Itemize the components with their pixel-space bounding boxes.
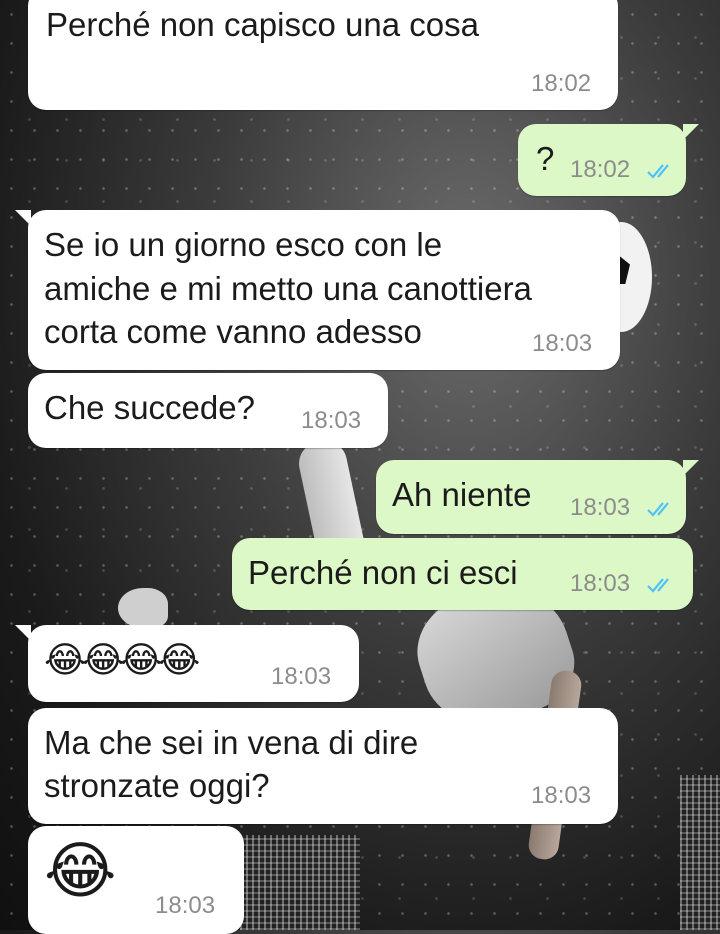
message-time: 18:03 [155, 892, 216, 919]
message-time: 18:03 [532, 330, 593, 357]
bubble-tail [15, 210, 31, 226]
message-text: Perché non ci esci [248, 554, 518, 591]
wallpaper-boot [118, 588, 168, 628]
message-time: 18:03 [301, 407, 362, 434]
double-check-icon [647, 164, 669, 179]
message-bubble-incoming[interactable]: Ma che sei in vena di dire stronzate ogg… [28, 708, 618, 824]
message-bubble-outgoing[interactable]: Ah niente 18:03 [376, 460, 699, 534]
message-bubble-incoming[interactable]: 😂😂😂😂 18:03 [15, 625, 359, 702]
message-time: 18:03 [570, 494, 631, 521]
message-bubble-outgoing[interactable]: ? 18:02 [518, 124, 699, 196]
message-text: Che succede? [44, 389, 255, 426]
message-bubble-incoming[interactable]: Che succede? 18:03 [28, 373, 388, 448]
message-text: ? [536, 140, 555, 177]
message-time: 18:02 [570, 156, 631, 183]
message-time: 18:02 [531, 70, 592, 97]
chat-area[interactable]: Perché non capisco una cosa 18:02 ? 18:0… [0, 0, 720, 934]
message-text: Perché non capisco una cosa [46, 6, 479, 43]
double-check-icon [647, 578, 669, 593]
message-bubble-outgoing[interactable]: Perché non ci esci 18:03 [232, 538, 693, 610]
wallpaper-stadium-stand [240, 835, 360, 930]
message-bubble-incoming[interactable]: Perché non capisco una cosa 18:02 [28, 0, 618, 110]
message-text-line: amiche e mi metto una canottiera [44, 270, 532, 307]
message-text-line: stronzate oggi? [44, 767, 270, 804]
bubble-tail [683, 124, 699, 140]
message-text-line: Se io un giorno esco con le [44, 226, 443, 263]
bubble-tail [15, 625, 31, 641]
message-bubble-incoming[interactable]: Se io un giorno esco con le amiche e mi … [15, 210, 620, 370]
message-time: 18:03 [570, 570, 631, 597]
message-bubble-incoming[interactable]: 😂 18:03 [28, 826, 244, 934]
message-time: 18:03 [271, 663, 332, 690]
message-time: 18:03 [531, 782, 592, 809]
wallpaper-stadium-stand [680, 775, 720, 930]
bubble-tail [683, 460, 699, 476]
message-text: Ah niente [392, 476, 532, 513]
double-check-icon [647, 502, 669, 517]
message-text-line: Ma che sei in vena di dire [44, 724, 419, 761]
message-text-line: corta come vanno adesso [44, 313, 422, 350]
face-with-tears-of-joy-icon: 😂😂😂😂 [44, 640, 200, 681]
face-with-tears-of-joy-icon: 😂 [44, 834, 117, 907]
